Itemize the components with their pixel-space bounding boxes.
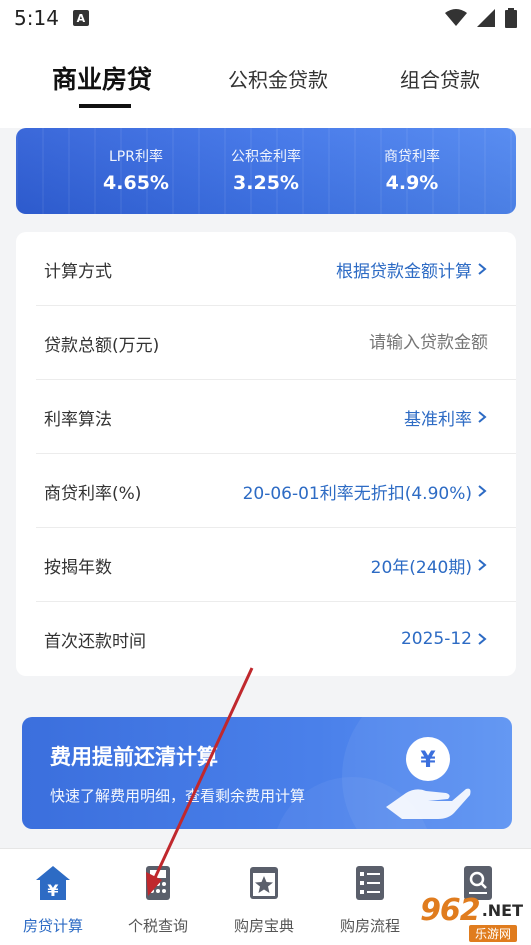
rate-label: 商贷利率 [384,149,440,165]
nav-mortgage-calc[interactable]: ¥ 房贷计算 [3,863,103,936]
rate-method-value: 基准利率 [404,409,472,430]
row-label: 商贷利率(%) [44,483,142,504]
chevron-right-icon [478,263,487,275]
row-loan-amount: 贷款总额(万元) [16,306,516,380]
row-value: 20年(240期) [371,553,488,578]
book-star-icon [250,867,278,899]
rate-banner: LPR利率 4.65% 公积金利率 3.25% 商贷利率 4.9% [16,128,516,214]
hand-coin-icon: ¥ [386,737,471,819]
watermark-main: 962 [420,893,481,928]
loan-type-tabs: 商业房贷 公积金贷款 组合贷款 [0,36,531,128]
svg-text:¥: ¥ [47,881,58,900]
rate-label: LPR利率 [109,149,163,165]
row-rate-method[interactable]: 利率算法 基准利率 [16,380,516,454]
site-watermark: 962 .NET 乐游网 [420,893,523,942]
chevron-right-icon [478,485,487,497]
row-value: 根据贷款金额计算 [336,257,488,282]
signal-icon [477,9,495,27]
row-value: 20-06-01利率无折扣(4.90%) [243,479,488,504]
rate-value: 3.25% [233,172,299,194]
early-repayment-card[interactable]: 费用提前还清计算 快速了解费用明细，查看剩余费用计算 ¥ [22,717,512,829]
chevron-right-icon [478,559,487,571]
tab-combined-loan[interactable]: 组合贷款 [400,64,480,93]
calc-method-value: 根据贷款金额计算 [336,261,472,282]
row-label: 首次还款时间 [44,631,146,652]
status-bar: 5:14 A [0,0,531,36]
row-mortgage-years[interactable]: 按揭年数 20年(240期) [16,528,516,602]
watermark-sub: 乐游网 [468,925,517,942]
rate-item-lpr: LPR利率 4.65% [76,146,196,194]
chevron-right-icon [478,411,487,423]
status-icons [445,8,517,28]
nav-label: 房贷计算 [22,917,83,935]
tab-provident-fund-loan[interactable]: 公积金贷款 [228,64,328,93]
battery-icon [505,8,517,28]
watermark-net: .NET [481,901,523,920]
active-tab-indicator [79,104,131,108]
row-value: 2025-12 [401,629,488,649]
loan-amount-input[interactable] [308,333,488,353]
years-value: 20年(240期) [370,557,472,578]
promo-title: 费用提前还清计算 [50,745,218,769]
checklist-icon [356,866,384,900]
rate-value: 4.9% [385,172,439,194]
row-value: 基准利率 [404,405,488,430]
nav-tax-query[interactable]: 个税查询 [108,863,208,936]
tab-commercial-loan[interactable]: 商业房贷 [52,60,152,96]
row-label: 贷款总额(万元) [44,335,160,356]
rate-label: 公积金利率 [231,149,301,165]
rate-item-provident: 公积金利率 3.25% [206,146,326,194]
rate-value: 4.65% [103,172,169,194]
nav-label: 购房流程 [339,917,400,935]
loan-form: 计算方式 根据贷款金额计算 贷款总额(万元) 利率算法 基准利率 商贷利率(%)… [16,232,516,676]
calculator-icon [146,866,170,900]
row-label: 按揭年数 [44,557,112,578]
chevron-right-icon [478,633,487,645]
row-commercial-rate[interactable]: 商贷利率(%) 20-06-01利率无折扣(4.90%) [16,454,516,528]
first-payment-value: 2025-12 [400,629,472,649]
notification-icon: A [72,10,89,26]
nav-label: 购房宝典 [233,917,294,935]
promo-subtitle: 快速了解费用明细，查看剩余费用计算 [50,787,306,805]
svg-text:¥: ¥ [420,748,436,773]
row-calc-method[interactable]: 计算方式 根据贷款金额计算 [16,232,516,306]
row-first-payment[interactable]: 首次还款时间 2025-12 [16,602,516,676]
nav-home-guide[interactable]: 购房宝典 [214,863,314,936]
nav-label: 个税查询 [127,917,188,935]
rate-item-commercial: 商贷利率 4.9% [352,146,472,194]
house-yen-icon: ¥ [36,866,70,900]
wifi-icon [445,9,467,26]
nav-buying-process[interactable]: 购房流程 [320,863,420,936]
row-label: 利率算法 [44,409,112,430]
status-time: 5:14 [14,6,59,30]
row-label: 计算方式 [44,261,112,282]
commercial-rate-value: 20-06-01利率无折扣(4.90%) [242,483,472,504]
